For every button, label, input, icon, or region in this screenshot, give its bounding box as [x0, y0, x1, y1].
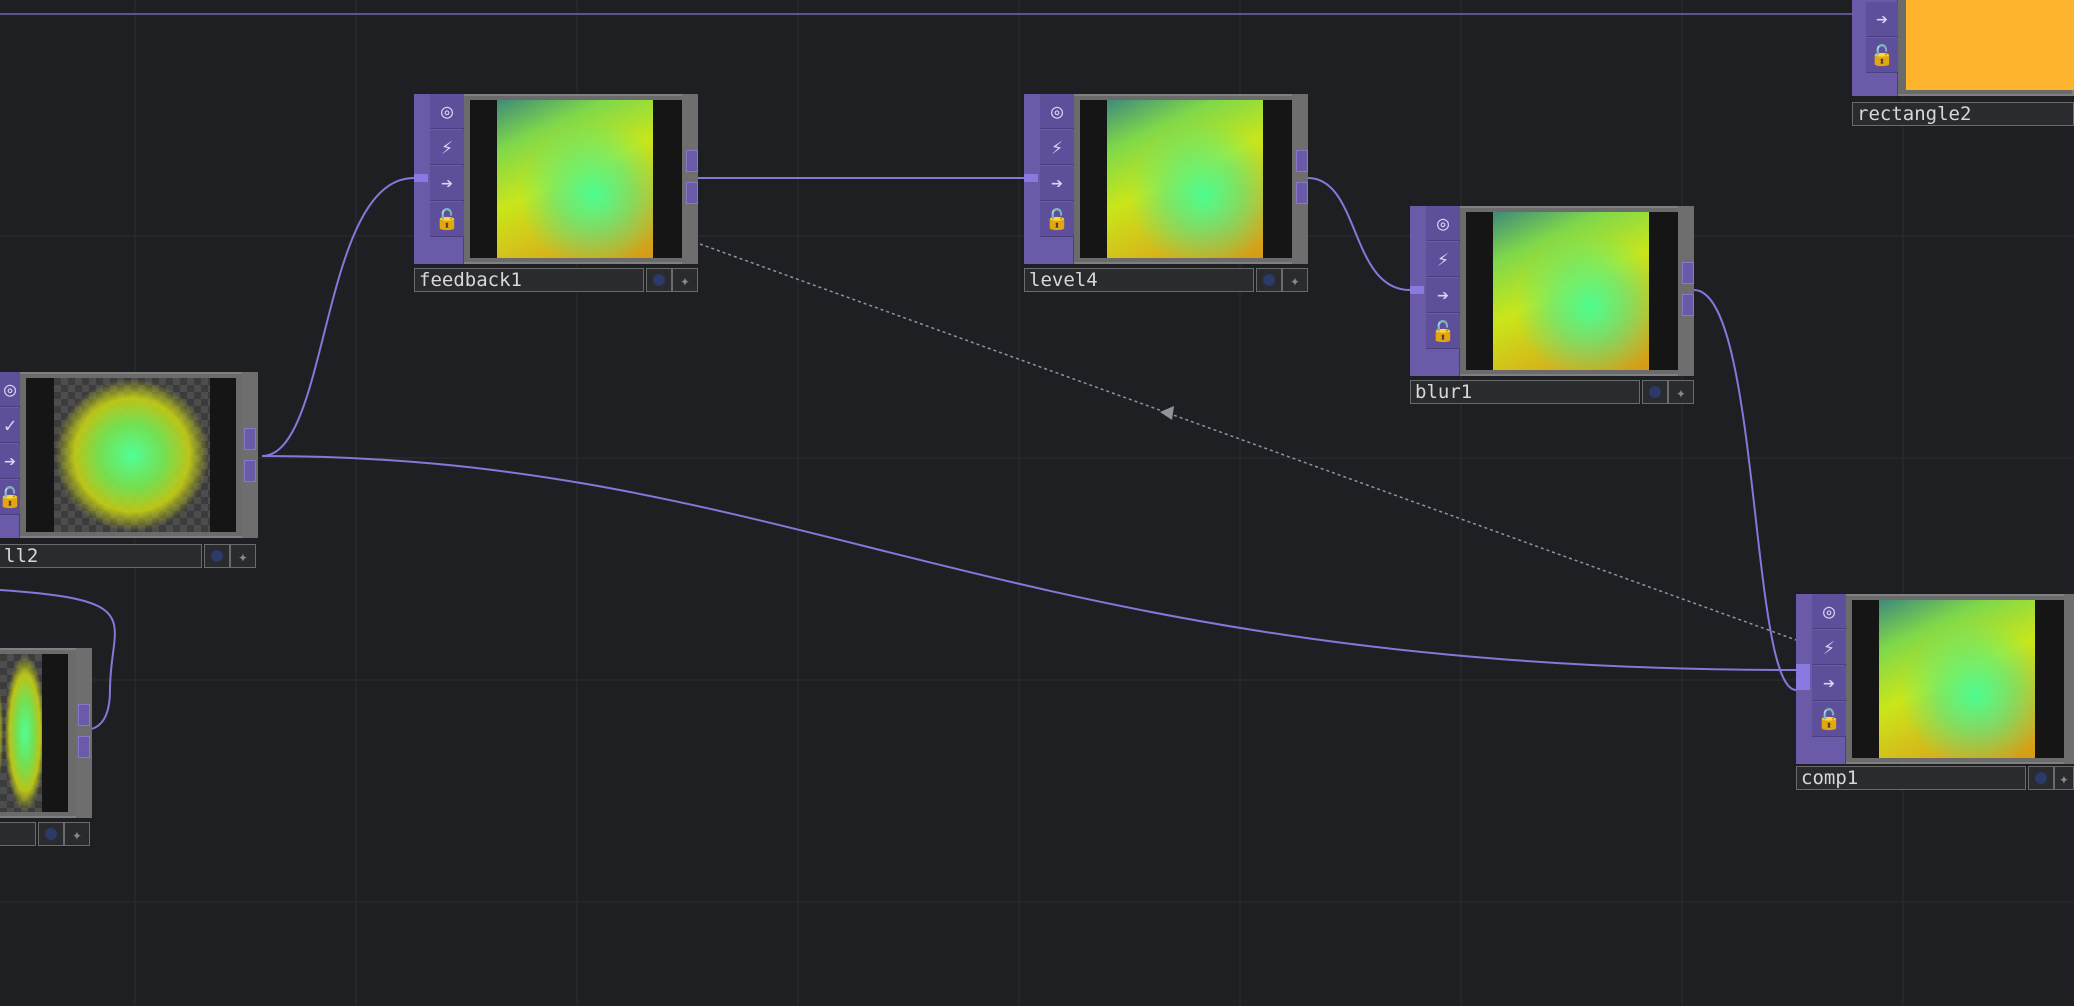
- preview-image: [497, 100, 653, 258]
- output-bar: [1678, 206, 1694, 376]
- node-comp1[interactable]: ◎ ⚡ ➔ 🔓: [1796, 594, 2074, 764]
- lock-icon[interactable]: 🔓: [1040, 202, 1074, 237]
- preview-viewer: [1852, 600, 2064, 758]
- display-flag-button[interactable]: [2028, 766, 2054, 790]
- display-flag-button[interactable]: [646, 268, 672, 292]
- preview-viewer: [26, 378, 236, 532]
- cook-activity-icon[interactable]: ⚡: [1812, 630, 1846, 665]
- preview-viewer: [1906, 0, 2074, 90]
- node-name-label[interactable]: [0, 822, 36, 846]
- output-connector[interactable]: [1296, 150, 1308, 172]
- node-ll2[interactable]: ◎ ✓ ➔ 🔓: [0, 372, 258, 538]
- output-connector[interactable]: [78, 704, 90, 726]
- pass-through-arrow-icon[interactable]: ➔: [1866, 2, 1898, 37]
- node-name-label[interactable]: comp1: [1796, 766, 2026, 790]
- preview-image: [1879, 600, 2035, 758]
- node-name-label[interactable]: feedback1: [414, 268, 644, 292]
- cook-activity-icon[interactable]: ✓: [0, 408, 20, 443]
- preview-image: [1107, 100, 1263, 258]
- output-bar: [2064, 594, 2074, 764]
- output-bar: [76, 648, 92, 818]
- viewer-icon[interactable]: ◎: [0, 372, 20, 407]
- pin-icon[interactable]: ✦: [672, 268, 698, 292]
- wire-ll2-to-feedback1: [261, 177, 415, 457]
- node-name-label[interactable]: ll2: [0, 544, 202, 568]
- output-connector[interactable]: [1682, 262, 1694, 284]
- preview-viewer: [1466, 212, 1678, 370]
- input-connector[interactable]: [1024, 174, 1038, 182]
- node-blur1[interactable]: ◎ ⚡ ➔ 🔓: [1410, 206, 1694, 376]
- node-level4[interactable]: ◎ ⚡ ➔ 🔓: [1024, 94, 1308, 264]
- preview-viewer: [470, 100, 682, 258]
- viewer-icon[interactable]: ◎: [1040, 94, 1074, 129]
- wire-blur1-to-comp1: [1693, 289, 1797, 691]
- preview-image: [1493, 212, 1649, 370]
- lock-icon[interactable]: 🔓: [0, 480, 22, 515]
- operator-strip: ➔ 🔓: [1852, 0, 1898, 96]
- cook-activity-icon[interactable]: ⚡: [1040, 130, 1074, 165]
- pin-icon[interactable]: ✦: [1282, 268, 1308, 292]
- input-connector[interactable]: [1796, 664, 1810, 690]
- preview-image: [0, 654, 42, 812]
- lock-icon[interactable]: 🔓: [1812, 702, 1846, 737]
- output-connector[interactable]: [686, 150, 698, 172]
- wire-ll2-to-comp1: [261, 455, 1797, 671]
- lock-icon[interactable]: 🔓: [1866, 38, 1898, 73]
- output-connector[interactable]: [78, 736, 90, 758]
- operator-strip: ◎ ✓ ➔ 🔓: [0, 372, 22, 538]
- node-name-label[interactable]: rectangle2: [1852, 102, 2074, 126]
- pass-through-arrow-icon[interactable]: ➔: [430, 166, 464, 201]
- wire-level4-to-blur1: [1307, 177, 1411, 291]
- viewer-icon[interactable]: ◎: [1426, 206, 1460, 241]
- pin-icon[interactable]: ✦: [2054, 766, 2074, 790]
- pass-through-arrow-icon[interactable]: ➔: [1426, 278, 1460, 313]
- input-connector[interactable]: [414, 174, 428, 182]
- preview-viewer: [0, 654, 68, 812]
- viewer-icon[interactable]: ◎: [1812, 594, 1846, 629]
- output-connector[interactable]: [686, 182, 698, 204]
- input-connector[interactable]: [1410, 286, 1424, 294]
- output-connector[interactable]: [244, 428, 256, 450]
- output-bar: [1292, 94, 1308, 264]
- node-name-label[interactable]: level4: [1024, 268, 1254, 292]
- viewer-icon[interactable]: ◎: [430, 94, 464, 129]
- output-connector[interactable]: [244, 460, 256, 482]
- output-bar: [242, 372, 258, 538]
- output-connector[interactable]: [1682, 294, 1694, 316]
- node-lower-left[interactable]: [0, 648, 92, 818]
- display-flag-button[interactable]: [1642, 380, 1668, 404]
- display-flag-button[interactable]: [204, 544, 230, 568]
- preview-viewer: [1080, 100, 1292, 258]
- pass-through-arrow-icon[interactable]: ➔: [1040, 166, 1074, 201]
- output-bar: [682, 94, 698, 264]
- cook-activity-icon[interactable]: ⚡: [1426, 242, 1460, 277]
- pin-icon[interactable]: ✦: [230, 544, 256, 568]
- display-flag-button[interactable]: [1256, 268, 1282, 292]
- output-connector[interactable]: [1296, 182, 1308, 204]
- node-feedback1[interactable]: ◎ ⚡ ➔ 🔓: [414, 94, 698, 264]
- pin-icon[interactable]: ✦: [1668, 380, 1694, 404]
- node-rectangle2[interactable]: ➔ 🔓: [1852, 0, 2074, 96]
- cook-activity-icon[interactable]: ⚡: [430, 130, 464, 165]
- reference-arrow-icon: [1160, 406, 1174, 420]
- pass-through-arrow-icon[interactable]: ➔: [1812, 666, 1846, 701]
- preview-image: [54, 378, 210, 532]
- pass-through-arrow-icon[interactable]: ➔: [0, 444, 20, 479]
- lock-icon[interactable]: 🔓: [1426, 314, 1460, 349]
- lock-icon[interactable]: 🔓: [430, 202, 464, 237]
- node-name-label[interactable]: blur1: [1410, 380, 1640, 404]
- pin-icon[interactable]: ✦: [64, 822, 90, 846]
- display-flag-button[interactable]: [38, 822, 64, 846]
